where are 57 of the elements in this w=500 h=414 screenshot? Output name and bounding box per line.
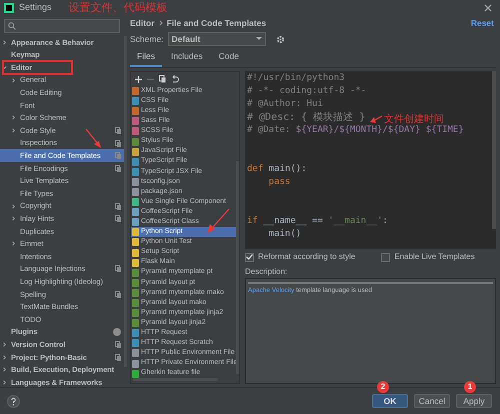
code-line: # @Date: ${YEAR}/${MONTH}/${DAY} ${TIME}	[247, 124, 464, 137]
checkbox-option[interactable]: Enable Live Templates	[381, 251, 475, 263]
annotation-text: 文件创建时间	[384, 112, 444, 125]
checkbox-option[interactable]: Reformat according to style	[245, 251, 356, 263]
annotation-text: 设置文件、代码模板	[68, 0, 168, 16]
caret-icon	[256, 37, 262, 41]
annotation-badge: 1	[464, 381, 476, 393]
breadcrumb-item[interactable]: Editor	[130, 16, 155, 30]
chevron-right-icon	[11, 115, 16, 120]
annotation-arrow	[205, 208, 230, 234]
tab[interactable]: Code	[212, 48, 246, 67]
code-line: # @Author: Hui	[247, 98, 323, 111]
description-label: Description:	[245, 266, 288, 278]
chevron-right-icon	[2, 380, 7, 385]
chevron-right-icon	[11, 241, 16, 246]
code-line: #!/usr/bin/python3	[247, 72, 345, 85]
chevron-right-icon	[2, 354, 7, 360]
annotation-frame	[2, 60, 73, 75]
tab[interactable]: Includes	[164, 48, 210, 67]
gear-icon[interactable]	[276, 34, 285, 44]
code-line: if __name__ == '__main__':	[247, 215, 388, 228]
code-line: # -*- coding:utf-8 -*-	[247, 85, 366, 98]
window-title: Settings	[19, 1, 52, 14]
annotation-badge: 2	[377, 381, 389, 393]
help-icon[interactable]	[7, 394, 20, 408]
breadcrumb-item: File and Code Templates	[166, 16, 266, 30]
add-icon[interactable]	[135, 76, 142, 82]
chevron-right-icon	[11, 128, 16, 133]
scheme-dropdown[interactable]: Default	[168, 32, 266, 46]
chevron-right-icon	[11, 78, 16, 83]
checkbox[interactable]	[245, 252, 254, 262]
copy-icon[interactable]	[159, 75, 166, 83]
app-icon	[4, 3, 14, 13]
reset-link[interactable]: Reset	[470, 16, 494, 30]
checkbox[interactable]	[381, 252, 390, 262]
undo-icon[interactable]	[171, 75, 179, 83]
chevron-right-icon	[11, 204, 16, 209]
code-line: def main():	[247, 163, 307, 176]
chevron-right-icon	[2, 342, 7, 348]
chevron-right-icon	[2, 367, 7, 372]
tab[interactable]: Files	[130, 48, 162, 67]
search-field[interactable]	[4, 19, 120, 33]
annotation-arrow	[85, 128, 102, 149]
code-line: pass	[268, 176, 290, 189]
chevron-right-icon	[158, 20, 163, 26]
search-icon	[8, 22, 16, 30]
dialog-button[interactable]: Cancel	[414, 394, 450, 408]
close-icon[interactable]	[484, 4, 492, 12]
dialog-button[interactable]: OK	[372, 394, 408, 408]
dialog-button[interactable]: Apply	[456, 394, 492, 408]
code-line: main()	[268, 228, 302, 241]
chevron-right-icon	[11, 216, 16, 222]
chevron-right-icon	[2, 40, 7, 45]
annotation-arrow	[369, 115, 383, 124]
code-line: # @Desc: { 模块描述 }	[247, 111, 366, 124]
chevron-down-icon	[2, 64, 7, 70]
scheme-label: Scheme:	[130, 32, 164, 46]
